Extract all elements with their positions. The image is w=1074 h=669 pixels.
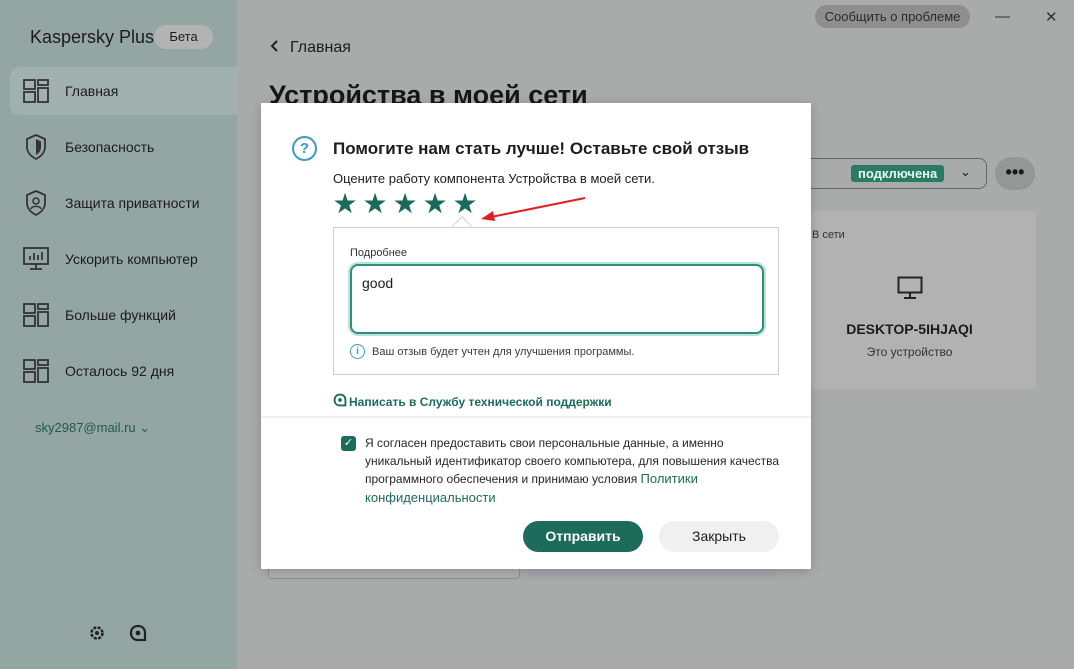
minimize-button[interactable]: — bbox=[995, 8, 1010, 25]
feedback-dialog: ? Помогите нам стать лучше! Оставьте сво… bbox=[261, 103, 811, 569]
grid-icon bbox=[22, 301, 50, 329]
beta-badge: Бета bbox=[154, 25, 213, 49]
sidebar-item-label: Главная bbox=[65, 83, 119, 99]
info-icon: i bbox=[350, 344, 365, 359]
device-name: DESKTOP-5IHJAQI bbox=[846, 321, 973, 337]
support-icon bbox=[333, 393, 347, 410]
device-status: В сети bbox=[812, 229, 845, 241]
consent-text: Я согласен предоставить свои персональны… bbox=[365, 435, 785, 507]
dialog-subtitle: Оцените работу компонента Устройства в м… bbox=[333, 171, 655, 186]
sidebar-item-license[interactable]: Осталось 92 дня bbox=[10, 347, 237, 395]
back-link[interactable]: Главная bbox=[270, 39, 351, 57]
status-badge: подключена bbox=[851, 165, 945, 182]
details-panel: Подробнее i Ваш отзыв будет учтен для ул… bbox=[333, 227, 779, 375]
license-grid-icon bbox=[22, 357, 50, 385]
monitor-speed-icon bbox=[22, 245, 50, 273]
shield-icon bbox=[22, 133, 50, 161]
sidebar-item-home[interactable]: Главная bbox=[10, 67, 237, 115]
sidebar-item-speedup[interactable]: Ускорить компьютер bbox=[10, 235, 237, 283]
gear-icon[interactable] bbox=[88, 624, 106, 647]
device-subtitle: Это устройство bbox=[866, 345, 953, 359]
device-card[interactable]: В сети DESKTOP-5IHJAQI Это устройство bbox=[785, 211, 1036, 389]
annotation-arrow bbox=[481, 197, 586, 221]
support-link[interactable]: Написать в Службу технической поддержки bbox=[333, 393, 612, 410]
sidebar-item-privacy[interactable]: Защита приватности bbox=[10, 179, 237, 227]
report-problem-button[interactable]: Сообщить о проблеме bbox=[815, 5, 970, 28]
dialog-title: Помогите нам стать лучше! Оставьте свой … bbox=[333, 139, 750, 158]
star-icon[interactable]: ★ bbox=[332, 190, 358, 218]
back-label: Главная bbox=[290, 39, 351, 56]
star-icon[interactable]: ★ bbox=[422, 190, 448, 218]
computer-icon bbox=[897, 276, 923, 305]
sidebar-item-label: Безопасность bbox=[65, 139, 155, 155]
details-label: Подробнее bbox=[350, 247, 408, 259]
chevron-left-icon bbox=[270, 39, 278, 57]
support-icon[interactable] bbox=[129, 624, 147, 647]
close-window-button[interactable]: ✕ bbox=[1045, 8, 1058, 26]
details-textarea[interactable] bbox=[350, 264, 764, 334]
sidebar: Kaspersky Plus Бета Главная Безопасность… bbox=[0, 0, 237, 669]
consent-checkbox[interactable]: ✓ bbox=[341, 436, 356, 451]
account-menu[interactable]: sky2987@mail.ru ⌄ bbox=[35, 420, 150, 436]
chevron-down-icon: ⌄ bbox=[960, 164, 971, 179]
star-icon[interactable]: ★ bbox=[452, 190, 478, 218]
app-title: Kaspersky Plus bbox=[30, 27, 155, 47]
consent-label: Я согласен предоставить свои персональны… bbox=[365, 436, 780, 486]
divider bbox=[261, 416, 811, 418]
send-button[interactable]: Отправить bbox=[523, 521, 643, 552]
sidebar-item-security[interactable]: Безопасность bbox=[10, 123, 237, 171]
close-button[interactable]: Закрыть bbox=[659, 521, 779, 552]
sidebar-item-label: Защита приватности bbox=[65, 195, 200, 211]
sidebar-item-label: Осталось 92 дня bbox=[65, 363, 175, 379]
sidebar-item-label: Ускорить компьютер bbox=[65, 251, 198, 267]
privacy-shield-icon bbox=[22, 189, 50, 217]
star-icon[interactable]: ★ bbox=[392, 190, 418, 218]
hint-text: Ваш отзыв будет учтен для улучшения прог… bbox=[372, 345, 635, 358]
sidebar-item-label: Больше функций bbox=[65, 307, 176, 323]
sidebar-item-more-features[interactable]: Больше функций bbox=[10, 291, 237, 339]
star-rating[interactable]: ★ ★ ★ ★ ★ bbox=[332, 190, 478, 218]
support-link-label: Написать в Службу технической поддержки bbox=[349, 394, 612, 409]
question-icon: ? bbox=[292, 136, 317, 161]
star-icon[interactable]: ★ bbox=[362, 190, 388, 218]
details-hint: i Ваш отзыв будет учтен для улучшения пр… bbox=[350, 344, 634, 359]
more-options-button[interactable]: ••• bbox=[995, 157, 1035, 190]
home-grid-icon bbox=[22, 77, 50, 105]
